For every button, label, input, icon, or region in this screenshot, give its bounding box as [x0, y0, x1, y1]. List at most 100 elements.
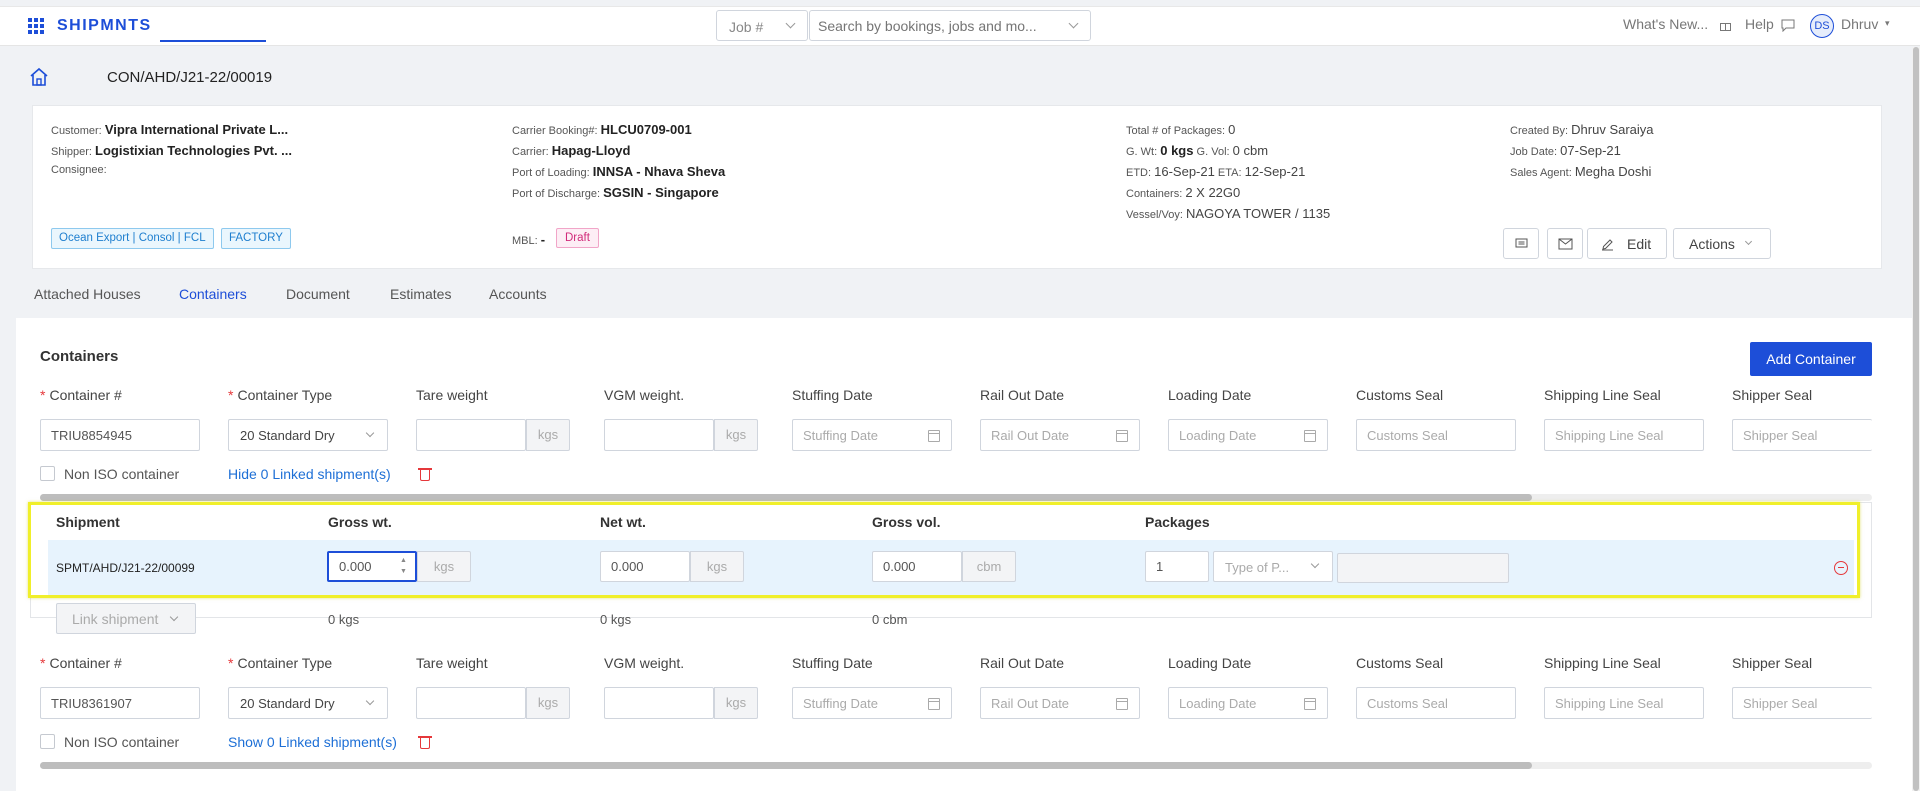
customs-seal-input[interactable] — [1356, 687, 1516, 719]
job-type-select[interactable]: Job # — [716, 10, 808, 41]
vgm-weight-label: VGM weight. — [604, 387, 685, 403]
carrier-booking-field: Carrier Booking#: HLCU0709-001 — [512, 122, 692, 137]
tab-document[interactable]: Document — [286, 286, 350, 302]
shipper-seal-input[interactable] — [1732, 419, 1872, 451]
highlight-box — [28, 502, 1860, 598]
note-icon — [1515, 238, 1528, 248]
shipping-line-seal-label: Shipping Line Seal — [1544, 655, 1661, 671]
edit-button[interactable]: Edit — [1587, 228, 1667, 259]
rail-out-date-label: Rail Out Date — [980, 655, 1065, 671]
notes-button[interactable] — [1503, 228, 1539, 259]
total-packages-field: Total # of Packages: 0 — [1126, 122, 1236, 137]
actions-label: Actions — [1689, 236, 1735, 252]
vgm-unit: kgs — [714, 687, 758, 719]
loading-date-label: Loading Date — [1168, 387, 1252, 403]
chat-icon — [1781, 19, 1795, 32]
shipper-seal-label: Shipper Seal — [1732, 655, 1813, 671]
container-number-label: * Container # — [40, 655, 122, 671]
toggle-linked-shipments-link[interactable]: Show 0 Linked shipment(s) — [228, 734, 397, 750]
customs-seal-input[interactable] — [1356, 419, 1516, 451]
delete-container-icon[interactable] — [418, 736, 432, 749]
customs-seal-label: Customs Seal — [1356, 655, 1444, 671]
tare-weight-input[interactable] — [416, 687, 526, 719]
sales-agent-field: Sales Agent: Megha Doshi — [1510, 164, 1652, 179]
brand-logo[interactable]: SHIPMNTS — [57, 17, 152, 35]
port-of-loading-field: Port of Loading: INNSA - Nhava Sheva — [512, 164, 726, 179]
stuffing-date-label: Stuffing Date — [792, 387, 873, 403]
container-type-select[interactable]: 20 Standard Dry — [228, 687, 388, 719]
shipper-value[interactable]: Logistixian Technologies Pvt. ... — [95, 143, 292, 158]
link-shipment-label: Link shipment — [72, 611, 159, 627]
vgm-weight-input[interactable] — [604, 687, 714, 719]
containers-field: Containers: 2 X 22G0 — [1126, 185, 1241, 200]
total-gross-volume: 0 cbm — [872, 612, 908, 627]
whats-new-link[interactable]: What's New... — [1623, 16, 1708, 32]
consignee-field: Consignee: — [51, 164, 107, 176]
vessel-field: Vessel/Voy: NAGOYA TOWER / 1135 — [1126, 206, 1331, 221]
container-type-select[interactable]: 20 Standard Dry — [228, 419, 388, 451]
shipping-line-seal-label: Shipping Line Seal — [1544, 387, 1661, 403]
service-type-tag: Ocean Export | Consol | FCL — [51, 228, 214, 249]
mail-icon — [1558, 238, 1573, 250]
delete-container-icon[interactable] — [418, 468, 432, 481]
global-search[interactable] — [809, 10, 1091, 41]
calendar-icon — [928, 430, 940, 442]
total-net-weight: 0 kgs — [600, 612, 632, 627]
container-type-label: * Container Type — [228, 387, 333, 403]
shipping-line-seal-input[interactable] — [1544, 419, 1704, 451]
section-title: Containers — [40, 348, 119, 365]
caret-down-icon: ▾ — [1885, 18, 1890, 28]
pencil-icon — [1602, 239, 1613, 251]
container-number-input[interactable] — [40, 687, 200, 719]
tab-attached-houses[interactable]: Attached Houses — [34, 286, 141, 302]
apps-grid-icon[interactable] — [28, 18, 44, 34]
job-type-value: Job # — [729, 19, 764, 35]
calendar-icon — [928, 698, 940, 710]
shipping-line-seal-input[interactable] — [1544, 687, 1704, 719]
vertical-scrollbar[interactable] — [1912, 47, 1920, 791]
non-iso-label: Non ISO container — [64, 466, 180, 482]
top-navbar: SHIPMNTS Job # What's New... Help DS Dhr… — [0, 6, 1920, 46]
container-type-label: * Container Type — [228, 655, 333, 671]
page-title: CON/AHD/J21-22/00019 — [107, 69, 273, 86]
chevron-down-icon — [169, 612, 179, 622]
tab-accounts[interactable]: Accounts — [489, 286, 547, 302]
status-badge: Draft — [556, 228, 599, 248]
non-iso-checkbox[interactable] — [40, 466, 55, 481]
tare-unit: kgs — [526, 419, 570, 451]
shipper-field: Shipper: Logistixian Technologies Pvt. .… — [51, 143, 293, 158]
search-input[interactable] — [818, 16, 1058, 36]
home-icon[interactable] — [28, 66, 50, 88]
horizontal-scrollbar[interactable] — [40, 762, 1872, 769]
add-container-button[interactable]: Add Container — [1750, 342, 1872, 376]
non-iso-checkbox[interactable] — [40, 734, 55, 749]
calendar-icon — [1116, 430, 1128, 442]
tab-containers[interactable]: Containers — [179, 286, 247, 302]
vgm-weight-input[interactable] — [604, 419, 714, 451]
email-button[interactable] — [1547, 228, 1583, 259]
tare-weight-input[interactable] — [416, 419, 526, 451]
horizontal-scrollbar[interactable] — [40, 494, 1872, 501]
etd-eta-field: ETD: 16-Sep-21 ETA: 12-Sep-21 — [1126, 164, 1306, 179]
avatar[interactable]: DS — [1810, 14, 1834, 38]
shipper-seal-label: Shipper Seal — [1732, 387, 1813, 403]
container-type-value: 20 Standard Dry — [240, 428, 335, 443]
edit-label: Edit — [1627, 236, 1652, 252]
container-number-input[interactable] — [40, 419, 200, 451]
user-menu[interactable]: Dhruv — [1841, 16, 1878, 32]
toggle-linked-shipments-link[interactable]: Hide 0 Linked shipment(s) — [228, 466, 391, 482]
calendar-icon — [1304, 698, 1316, 710]
customer-value[interactable]: Vipra International Private L... — [105, 122, 288, 137]
calendar-icon — [1116, 698, 1128, 710]
customer-field: Customer: Vipra International Private L.… — [51, 122, 289, 137]
stuffing-date-label: Stuffing Date — [792, 655, 873, 671]
shipper-seal-input[interactable] — [1732, 687, 1872, 719]
loading-date-label: Loading Date — [1168, 655, 1252, 671]
container-type-value: 20 Standard Dry — [240, 696, 335, 711]
port-of-discharge-field: Port of Discharge: SGSIN - Singapore — [512, 185, 719, 200]
actions-dropdown[interactable]: Actions — [1673, 228, 1771, 259]
container-number-label: * Container # — [40, 387, 122, 403]
tab-estimates[interactable]: Estimates — [390, 286, 451, 302]
help-link[interactable]: Help — [1745, 16, 1774, 32]
link-shipment-select[interactable]: Link shipment — [56, 603, 196, 634]
